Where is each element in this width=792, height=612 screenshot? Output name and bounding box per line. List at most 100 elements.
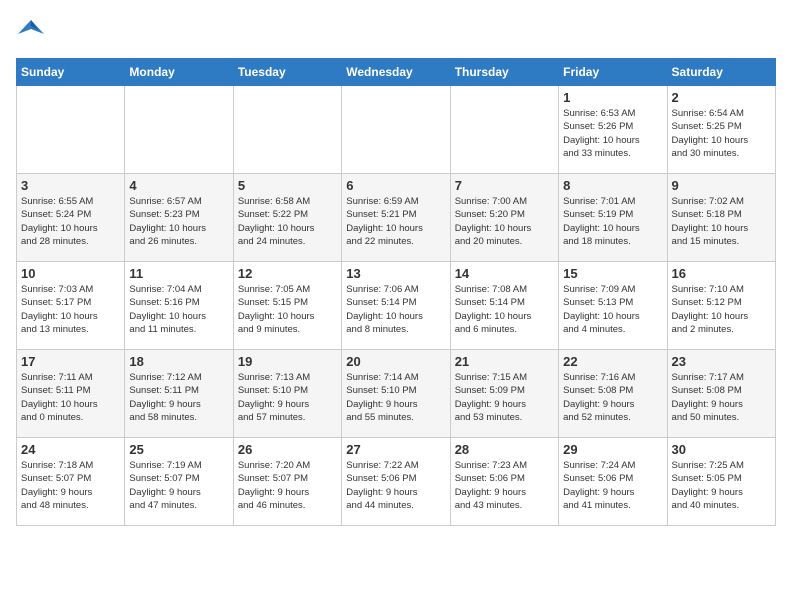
day-info: Sunrise: 7:12 AM Sunset: 5:11 PM Dayligh… — [129, 371, 228, 424]
day-info: Sunrise: 7:14 AM Sunset: 5:10 PM Dayligh… — [346, 371, 445, 424]
weekday-header: Tuesday — [233, 59, 341, 86]
calendar-week-row: 17 Sunrise: 7:11 AM Sunset: 5:11 PM Dayli… — [17, 350, 776, 438]
calendar-week-row: 24 Sunrise: 7:18 AM Sunset: 5:07 PM Dayli… — [17, 438, 776, 526]
day-number: 30 — [672, 442, 771, 457]
day-info: Sunrise: 7:04 AM Sunset: 5:16 PM Dayligh… — [129, 283, 228, 336]
calendar-cell: 7Sunrise: 7:00 AM Sunset: 5:20 PM Daylig… — [450, 174, 558, 262]
day-info: Sunrise: 6:57 AM Sunset: 5:23 PM Dayligh… — [129, 195, 228, 248]
calendar-cell: 12 Sunrise: 7:05 AM Sunset: 5:15 PM Dayli… — [233, 262, 341, 350]
weekday-header: Thursday — [450, 59, 558, 86]
logo-bird-icon — [16, 16, 46, 46]
day-info: Sunrise: 6:54 AM Sunset: 5:25 PM Dayligh… — [672, 107, 771, 160]
day-info: Sunrise: 7:03 AM Sunset: 5:17 PM Dayligh… — [21, 283, 120, 336]
day-info: Sunrise: 7:19 AM Sunset: 5:07 PM Dayligh… — [129, 459, 228, 512]
calendar-cell: 28Sunrise: 7:23 AM Sunset: 5:06 PM Dayli… — [450, 438, 558, 526]
day-number: 6 — [346, 178, 445, 193]
day-info: Sunrise: 6:55 AM Sunset: 5:24 PM Dayligh… — [21, 195, 120, 248]
day-info: Sunrise: 7:10 AM Sunset: 5:12 PM Dayligh… — [672, 283, 771, 336]
calendar-cell: 19 Sunrise: 7:13 AM Sunset: 5:10 PM Dayli… — [233, 350, 341, 438]
day-info: Sunrise: 6:59 AM Sunset: 5:21 PM Dayligh… — [346, 195, 445, 248]
calendar-cell: 20 Sunrise: 7:14 AM Sunset: 5:10 PM Dayli… — [342, 350, 450, 438]
weekday-header-row: SundayMondayTuesdayWednesdayThursdayFrid… — [17, 59, 776, 86]
calendar-cell: 29 Sunrise: 7:24 AM Sunset: 5:06 PM Dayli… — [559, 438, 667, 526]
day-number: 8 — [563, 178, 662, 193]
calendar-cell: 14Sunrise: 7:08 AM Sunset: 5:14 PM Dayli… — [450, 262, 558, 350]
day-info: Sunrise: 7:23 AM Sunset: 5:06 PM Dayligh… — [455, 459, 554, 512]
calendar-cell: 23 Sunrise: 7:17 AM Sunset: 5:08 PM Dayli… — [667, 350, 775, 438]
weekday-header: Sunday — [17, 59, 125, 86]
weekday-header: Wednesday — [342, 59, 450, 86]
day-number: 25 — [129, 442, 228, 457]
day-number: 18 — [129, 354, 228, 369]
day-number: 17 — [21, 354, 120, 369]
calendar-cell — [233, 86, 341, 174]
day-number: 26 — [238, 442, 337, 457]
day-info: Sunrise: 7:11 AM Sunset: 5:11 PM Dayligh… — [21, 371, 120, 424]
day-info: Sunrise: 6:53 AM Sunset: 5:26 PM Dayligh… — [563, 107, 662, 160]
day-number: 19 — [238, 354, 337, 369]
calendar-cell: 8 Sunrise: 7:01 AM Sunset: 5:19 PM Daylig… — [559, 174, 667, 262]
calendar-cell: 2Sunrise: 6:54 AM Sunset: 5:25 PM Daylig… — [667, 86, 775, 174]
day-number: 20 — [346, 354, 445, 369]
day-number: 13 — [346, 266, 445, 281]
day-info: Sunrise: 7:17 AM Sunset: 5:08 PM Dayligh… — [672, 371, 771, 424]
day-info: Sunrise: 7:13 AM Sunset: 5:10 PM Dayligh… — [238, 371, 337, 424]
day-number: 29 — [563, 442, 662, 457]
weekday-header: Saturday — [667, 59, 775, 86]
calendar-cell: 3 Sunrise: 6:55 AM Sunset: 5:24 PM Daylig… — [17, 174, 125, 262]
calendar-cell: 11 Sunrise: 7:04 AM Sunset: 5:16 PM Dayli… — [125, 262, 233, 350]
day-info: Sunrise: 7:24 AM Sunset: 5:06 PM Dayligh… — [563, 459, 662, 512]
calendar-cell: 6 Sunrise: 6:59 AM Sunset: 5:21 PM Daylig… — [342, 174, 450, 262]
day-number: 9 — [672, 178, 771, 193]
day-number: 12 — [238, 266, 337, 281]
calendar-cell: 15 Sunrise: 7:09 AM Sunset: 5:13 PM Dayli… — [559, 262, 667, 350]
calendar-cell: 27Sunrise: 7:22 AM Sunset: 5:06 PM Dayli… — [342, 438, 450, 526]
day-info: Sunrise: 7:05 AM Sunset: 5:15 PM Dayligh… — [238, 283, 337, 336]
day-info: Sunrise: 7:22 AM Sunset: 5:06 PM Dayligh… — [346, 459, 445, 512]
calendar-table: SundayMondayTuesdayWednesdayThursdayFrid… — [16, 58, 776, 526]
logo — [16, 16, 50, 46]
page-header — [16, 16, 776, 46]
calendar-cell — [125, 86, 233, 174]
calendar-cell: 25 Sunrise: 7:19 AM Sunset: 5:07 PM Dayli… — [125, 438, 233, 526]
day-info: Sunrise: 7:01 AM Sunset: 5:19 PM Dayligh… — [563, 195, 662, 248]
calendar-week-row: 3 Sunrise: 6:55 AM Sunset: 5:24 PM Daylig… — [17, 174, 776, 262]
calendar-week-row: 10 Sunrise: 7:03 AM Sunset: 5:17 PM Dayli… — [17, 262, 776, 350]
weekday-header: Monday — [125, 59, 233, 86]
day-number: 21 — [455, 354, 554, 369]
calendar-cell: 9Sunrise: 7:02 AM Sunset: 5:18 PM Daylig… — [667, 174, 775, 262]
calendar-cell: 18 Sunrise: 7:12 AM Sunset: 5:11 PM Dayli… — [125, 350, 233, 438]
calendar-cell: 10 Sunrise: 7:03 AM Sunset: 5:17 PM Dayli… — [17, 262, 125, 350]
day-number: 4 — [129, 178, 228, 193]
calendar-cell: 5 Sunrise: 6:58 AM Sunset: 5:22 PM Daylig… — [233, 174, 341, 262]
day-info: Sunrise: 7:00 AM Sunset: 5:20 PM Dayligh… — [455, 195, 554, 248]
calendar-cell — [342, 86, 450, 174]
day-number: 14 — [455, 266, 554, 281]
day-number: 5 — [238, 178, 337, 193]
day-info: Sunrise: 7:18 AM Sunset: 5:07 PM Dayligh… — [21, 459, 120, 512]
day-number: 23 — [672, 354, 771, 369]
calendar-cell: 22 Sunrise: 7:16 AM Sunset: 5:08 PM Dayli… — [559, 350, 667, 438]
calendar-cell: 1 Sunrise: 6:53 AM Sunset: 5:26 PM Daylig… — [559, 86, 667, 174]
calendar-cell: 21Sunrise: 7:15 AM Sunset: 5:09 PM Dayli… — [450, 350, 558, 438]
calendar-cell — [450, 86, 558, 174]
calendar-cell — [17, 86, 125, 174]
day-info: Sunrise: 7:16 AM Sunset: 5:08 PM Dayligh… — [563, 371, 662, 424]
day-info: Sunrise: 7:09 AM Sunset: 5:13 PM Dayligh… — [563, 283, 662, 336]
weekday-header: Friday — [559, 59, 667, 86]
day-number: 10 — [21, 266, 120, 281]
calendar-cell: 30 Sunrise: 7:25 AM Sunset: 5:05 PM Dayli… — [667, 438, 775, 526]
day-number: 22 — [563, 354, 662, 369]
day-number: 15 — [563, 266, 662, 281]
day-number: 11 — [129, 266, 228, 281]
calendar-cell: 4 Sunrise: 6:57 AM Sunset: 5:23 PM Daylig… — [125, 174, 233, 262]
day-info: Sunrise: 6:58 AM Sunset: 5:22 PM Dayligh… — [238, 195, 337, 248]
calendar-cell: 17 Sunrise: 7:11 AM Sunset: 5:11 PM Dayli… — [17, 350, 125, 438]
day-number: 24 — [21, 442, 120, 457]
day-info: Sunrise: 7:06 AM Sunset: 5:14 PM Dayligh… — [346, 283, 445, 336]
calendar-cell: 13 Sunrise: 7:06 AM Sunset: 5:14 PM Dayli… — [342, 262, 450, 350]
day-info: Sunrise: 7:25 AM Sunset: 5:05 PM Dayligh… — [672, 459, 771, 512]
day-number: 1 — [563, 90, 662, 105]
day-number: 3 — [21, 178, 120, 193]
calendar-week-row: 1 Sunrise: 6:53 AM Sunset: 5:26 PM Daylig… — [17, 86, 776, 174]
